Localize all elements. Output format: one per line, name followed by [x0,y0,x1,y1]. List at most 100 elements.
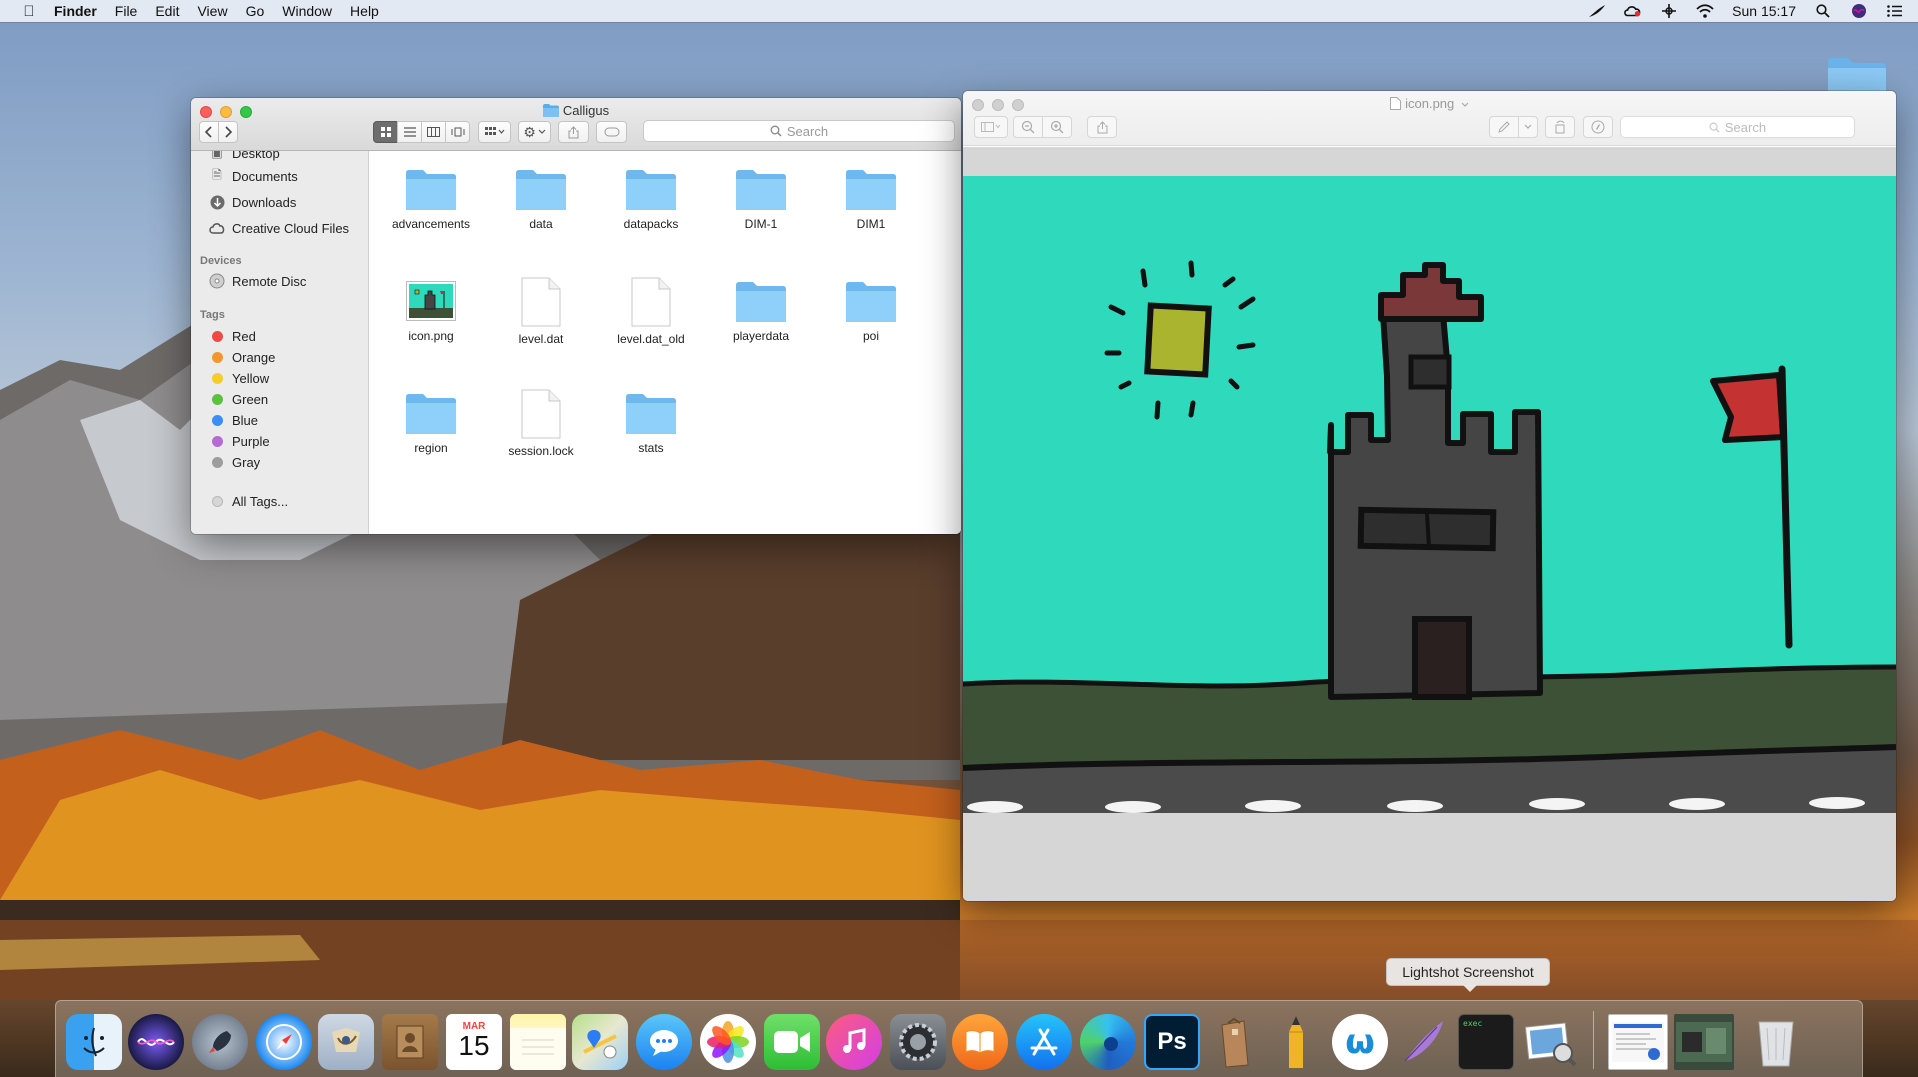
creative-cloud-status-icon[interactable] [1624,3,1642,19]
markup-pen-button[interactable] [1489,116,1519,138]
dock-maps-icon[interactable] [572,1014,628,1070]
file-item-data[interactable]: data [486,165,596,255]
dock-edge-icon[interactable] [1080,1014,1136,1070]
wifi-icon[interactable] [1696,3,1714,19]
file-item-level-dat[interactable]: level.dat [486,277,596,367]
share-button[interactable] [1087,116,1117,138]
dock-calendar-icon[interactable]: MAR 15 [446,1014,502,1070]
folder-icon [376,169,486,211]
dock-tooltip: Lightshot Screenshot [1386,958,1550,992]
dock-contacts-icon[interactable] [382,1014,438,1070]
zoom-out-button[interactable] [1013,116,1043,138]
markup-toolbar-button[interactable] [1583,116,1613,138]
back-button[interactable] [199,121,219,143]
siri-icon[interactable] [1850,3,1868,19]
forward-button[interactable] [218,121,238,143]
sidebar-item-tag-blue[interactable]: Blue [209,410,258,430]
file-item-dim1[interactable]: DIM1 [816,165,926,255]
menu-go[interactable]: Go [246,3,265,19]
zoom-in-button[interactable] [1042,116,1072,138]
notification-center-icon[interactable] [1886,3,1904,19]
search-icon [770,125,782,137]
desktop-folder-icon[interactable] [1826,56,1888,94]
file-name-label: DIM1 [856,217,886,231]
finder-search-field[interactable]: Search [643,120,955,142]
file-item-icon-png[interactable]: icon.png [376,277,486,367]
folder-icon [376,393,486,435]
file-item-poi[interactable]: poi [816,277,926,367]
action-menu-button[interactable]: ⚙ [518,121,551,143]
sidebar-item-tag-gray[interactable]: Gray [209,452,260,472]
finder-file-area: advancements data datapacks DIM-1 DIM1 icon.p… [369,151,961,534]
dock-terminal-icon[interactable]: exec [1458,1014,1514,1070]
share-button[interactable] [558,121,589,143]
markup-options-button[interactable] [1518,116,1538,138]
icon-view-button[interactable] [373,121,398,143]
dock-siri-icon[interactable] [128,1014,184,1070]
sidebar-item-all-tags[interactable]: All Tags... [209,491,288,511]
dock-ibooks-icon[interactable] [952,1014,1008,1070]
dock-unarchiver-icon[interactable] [1206,1014,1262,1070]
dock-launchpad-icon[interactable] [192,1014,248,1070]
list-view-button[interactable] [397,121,422,143]
file-item-advancements[interactable]: advancements [376,165,486,255]
menu-file[interactable]: File [115,3,138,19]
group-by-button[interactable] [478,121,511,143]
dock-quill-icon[interactable] [1394,1014,1450,1070]
sidebar-item-tag-green[interactable]: Green [209,389,268,409]
file-item-session-lock[interactable]: session.lock [486,389,596,479]
sidebar-item-desktop[interactable]: ▣ Desktop [209,151,279,163]
menu-app-finder[interactable]: Finder [54,3,97,19]
dock-messages-icon[interactable] [636,1014,692,1070]
file-item-dim-1[interactable]: DIM-1 [706,165,816,255]
sidebar-item-creative-cloud-files[interactable]: Creative Cloud Files [209,218,349,238]
column-view-button[interactable] [421,121,446,143]
file-item-stats[interactable]: stats [596,389,706,479]
file-item-datapacks[interactable]: datapacks [596,165,706,255]
file-name-label: data [529,217,553,231]
menu-view[interactable]: View [197,3,227,19]
dock-lightshot-icon[interactable]: ω [1332,1014,1388,1070]
gallery-view-button[interactable] [445,121,470,143]
dock-safari-icon[interactable] [256,1014,312,1070]
rotate-button[interactable] [1545,116,1575,138]
sidebar-item-tag-red[interactable]: Red [209,326,256,346]
dock-system-preferences-icon[interactable] [890,1014,946,1070]
menu-window[interactable]: Window [282,3,332,19]
menu-clock[interactable]: Sun 15:17 [1732,3,1796,19]
folder-icon [596,393,706,435]
dock-pencil-icon[interactable] [1268,1014,1324,1070]
dock-recent-document-1[interactable] [1608,1014,1668,1070]
dock-notes-icon[interactable] [510,1014,566,1070]
dock-preview-icon[interactable] [1522,1014,1578,1070]
dock-trash-icon[interactable] [1748,1014,1804,1070]
sidebar-item-documents[interactable]: 🗎 Documents [209,166,298,186]
sidebar-toggle-button[interactable] [974,116,1008,138]
preview-search-field[interactable]: Search [1620,116,1855,138]
sidebar-item-remote-disc[interactable]: Remote Disc [209,271,306,291]
dock-app-store-icon[interactable] [1016,1014,1072,1070]
file-item-region[interactable]: region [376,389,486,479]
chevron-down-icon[interactable] [1461,102,1469,108]
edit-tags-button[interactable] [596,121,627,143]
sidebar-item-tag-purple[interactable]: Purple [209,431,270,451]
dock-photos-icon[interactable] [700,1014,756,1070]
dock-photoshop-icon[interactable]: Ps [1144,1014,1200,1070]
dock-facetime-icon[interactable] [764,1014,820,1070]
quill-status-icon[interactable] [1588,3,1606,19]
dock-recent-document-2[interactable] [1674,1014,1734,1070]
menu-edit[interactable]: Edit [155,3,179,19]
dock-itunes-icon[interactable] [826,1014,882,1070]
spotlight-search-icon[interactable] [1814,3,1832,19]
apple-menu-icon[interactable]:  [18,3,40,20]
dock-mail-icon[interactable] [318,1014,374,1070]
lightshot-status-icon[interactable] [1660,3,1678,19]
menu-help[interactable]: Help [350,3,379,19]
file-item-level-dat-old[interactable]: level.dat_old [596,277,706,367]
file-item-playerdata[interactable]: playerdata [706,277,816,367]
chevron-down-icon [1524,124,1532,129]
sidebar-item-tag-orange[interactable]: Orange [209,347,275,367]
sidebar-item-tag-yellow[interactable]: Yellow [209,368,269,388]
dock-finder-icon[interactable] [66,1014,122,1070]
sidebar-item-downloads[interactable]: Downloads [209,192,296,212]
